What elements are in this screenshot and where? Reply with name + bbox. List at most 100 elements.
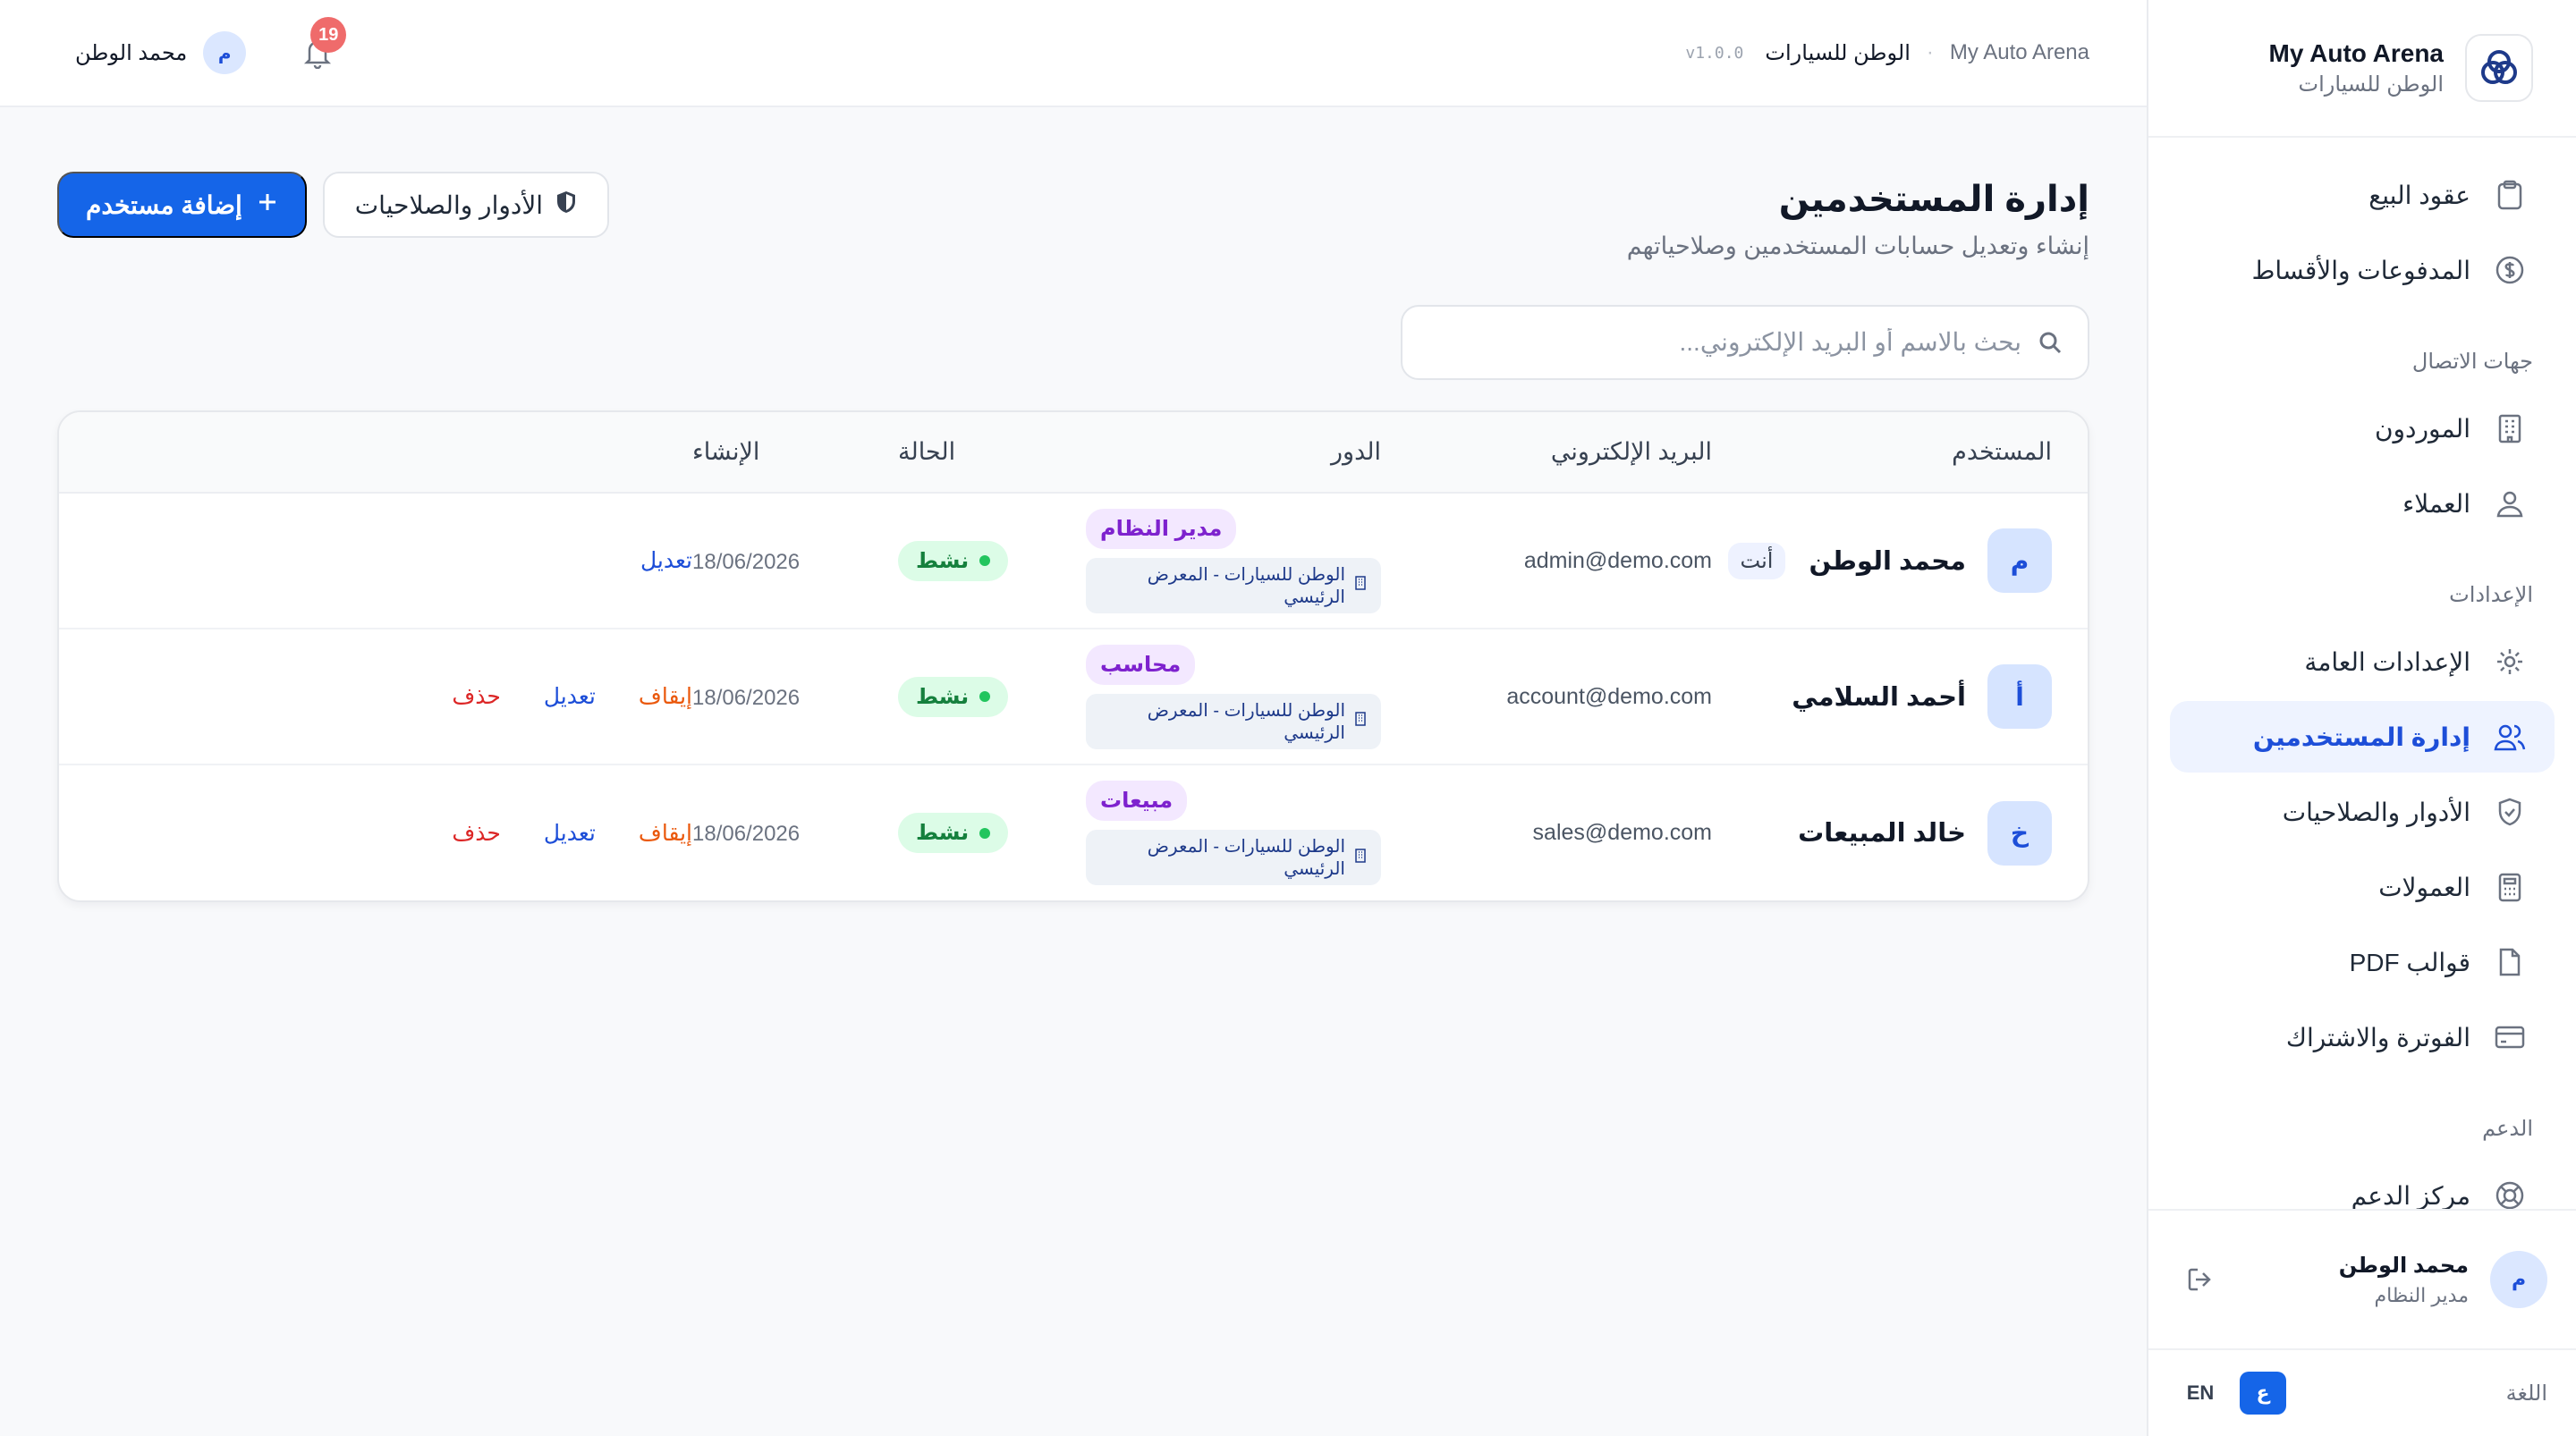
sidebar-item-payments[interactable]: المدفوعات والأقساط: [2170, 234, 2555, 306]
sidebar-item-pdf-templates[interactable]: قوالب PDF: [2170, 926, 2555, 998]
sidebar-item-general-settings[interactable]: الإعدادات العامة: [2170, 626, 2555, 697]
status-badge: نشط: [898, 540, 1009, 581]
shield-icon: [2492, 794, 2528, 830]
page-title: إدارة المستخدمين: [1778, 180, 2089, 219]
brand-title: My Auto Arena: [2268, 38, 2445, 67]
language-ar-button[interactable]: ع: [2240, 1372, 2286, 1415]
add-user-button[interactable]: إضافة مستخدم: [57, 172, 307, 238]
sidebar-item-sales-contracts[interactable]: عقود البيع: [2170, 159, 2555, 231]
you-badge: أنت: [1727, 542, 1786, 579]
sidebar-item-customers[interactable]: العملاء: [2170, 468, 2555, 539]
delete-button[interactable]: حذف: [452, 820, 501, 847]
sidebar-user-role: مدير النظام: [2374, 1283, 2469, 1306]
building-icon: [1354, 711, 1367, 731]
search-box: [1401, 305, 2089, 380]
brand-logo-icon[interactable]: [2465, 34, 2533, 102]
breadcrumb: My Auto Arena · الوطن للسيارات v1.0.0: [1685, 40, 2089, 66]
gear-icon: [2492, 644, 2528, 680]
table-row: خ خالد المبيعات sales@demo.com مبيعات ال…: [59, 764, 2088, 900]
building-icon: [1354, 575, 1367, 596]
sidebar-item-label: الأدوار والصلاحيات: [2282, 798, 2470, 826]
sidebar-user-name: محمد الوطن: [2338, 1253, 2469, 1278]
status-label: نشط: [916, 821, 970, 845]
users-icon: [2492, 719, 2528, 755]
roles-permissions-label: الأدوار والصلاحيات: [354, 190, 544, 219]
breadcrumb-separator: ·: [1926, 40, 1934, 64]
suspend-button[interactable]: إيقاف: [639, 683, 692, 710]
avatar: م: [203, 31, 247, 74]
top-user-menu[interactable]: م محمد الوطن: [75, 31, 247, 74]
sidebar-item-billing[interactable]: الفوترة والاشتراك: [2170, 1001, 2555, 1073]
column-header-role: الدور: [1086, 412, 1381, 494]
search-icon: [2038, 330, 2063, 355]
role-badge: مدير النظام: [1086, 508, 1237, 549]
add-user-label: إضافة مستخدم: [86, 190, 242, 219]
column-header-actions: [59, 412, 692, 494]
sidebar-item-commissions[interactable]: العمولات: [2170, 851, 2555, 923]
user-icon: [2492, 486, 2528, 521]
users-table: المستخدم البريد الإلكتروني الدور الحالة …: [57, 410, 2089, 902]
language-switcher: اللغة ع EN: [2148, 1348, 2576, 1436]
user-email: admin@demo.com: [1523, 547, 1712, 573]
sidebar: My Auto Arena الوطن للسيارات عقود البيع …: [2147, 0, 2576, 1436]
notification-badge: 19: [310, 17, 347, 53]
branch-badge: الوطن للسيارات - المعرض الرئيسي: [1086, 557, 1381, 613]
sidebar-item-label: عقود البيع: [2368, 181, 2470, 209]
logout-icon[interactable]: [2181, 1260, 2220, 1299]
breadcrumb-home[interactable]: My Auto Arena: [1950, 40, 2089, 65]
branch-badge: الوطن للسيارات - المعرض الرئيسي: [1086, 693, 1381, 749]
sidebar-item-user-management[interactable]: إدارة المستخدمين: [2170, 701, 2555, 773]
column-header-status: الحالة: [898, 412, 1086, 494]
avatar: خ: [1987, 800, 2052, 866]
user-name: أحمد السلامي: [1792, 682, 1966, 712]
main-content: إدارة المستخدمين إنشاء وتعديل حسابات الم…: [57, 107, 2089, 902]
language-label: اللغة: [2505, 1381, 2547, 1406]
language-en-button[interactable]: EN: [2177, 1372, 2224, 1415]
shield-icon: [555, 190, 577, 220]
roles-permissions-button[interactable]: الأدوار والصلاحيات: [322, 172, 610, 238]
sidebar-item-suppliers[interactable]: الموردون: [2170, 393, 2555, 464]
bell-icon[interactable]: 19: [296, 17, 347, 74]
status-badge: نشط: [898, 676, 1009, 717]
column-header-email: البريد الإلكتروني: [1381, 412, 1712, 494]
page-subtitle: إنشاء وتعديل حسابات المستخدمين وصلاحياته…: [1626, 232, 2089, 259]
delete-button[interactable]: حذف: [452, 683, 501, 710]
edit-button[interactable]: تعديل: [640, 547, 692, 574]
breadcrumb-current: الوطن للسيارات: [1765, 40, 1911, 65]
dollar-icon: [2492, 252, 2528, 288]
sidebar-item-label: العملاء: [2402, 489, 2470, 518]
branch-label: الوطن للسيارات - المعرض الرئيسي: [1147, 564, 1345, 607]
edit-button[interactable]: تعديل: [544, 683, 596, 710]
sidebar-nav: عقود البيع المدفوعات والأقساط جهات الاتص…: [2148, 138, 2576, 1231]
avatar: أ: [1987, 664, 2052, 729]
sidebar-item-roles[interactable]: الأدوار والصلاحيات: [2170, 776, 2555, 848]
nav-section-support: الدعم: [2482, 1117, 2533, 1141]
sidebar-item-label: الفوترة والاشتراك: [2285, 1023, 2470, 1052]
status-label: نشط: [916, 684, 970, 709]
nav-section-contacts: جهات الاتصال: [2411, 350, 2533, 374]
column-header-created: الإنشاء: [692, 412, 898, 494]
calculator-icon: [2492, 869, 2528, 905]
search-input[interactable]: [1428, 328, 2021, 357]
created-date: 18/06/2026: [692, 549, 801, 574]
nav-section-settings: الإعدادات: [2449, 583, 2533, 607]
sidebar-item-label: العمولات: [2378, 873, 2470, 901]
user-email: sales@demo.com: [1532, 820, 1712, 845]
role-badge: محاسب: [1086, 644, 1196, 685]
top-user-name: محمد الوطن: [75, 40, 188, 65]
brand-subtitle: الوطن للسيارات: [2298, 72, 2445, 97]
user-name: محمد الوطن: [1809, 546, 1966, 576]
suspend-button[interactable]: إيقاف: [639, 820, 692, 847]
avatar[interactable]: م: [2490, 1251, 2547, 1308]
created-date: 18/06/2026: [692, 685, 801, 710]
edit-button[interactable]: تعديل: [544, 820, 596, 847]
sidebar-item-label: إدارة المستخدمين: [2252, 722, 2470, 751]
clipboard-icon: [2492, 177, 2528, 213]
version-label: v1.0.0: [1685, 43, 1744, 63]
plus-icon: [257, 190, 278, 219]
file-icon: [2492, 944, 2528, 980]
column-header-user: المستخدم: [1712, 412, 2088, 494]
sidebar-item-label: المدفوعات والأقساط: [2251, 256, 2470, 284]
credit-card-icon: [2492, 1019, 2528, 1055]
lifebuoy-icon: [2492, 1178, 2528, 1213]
